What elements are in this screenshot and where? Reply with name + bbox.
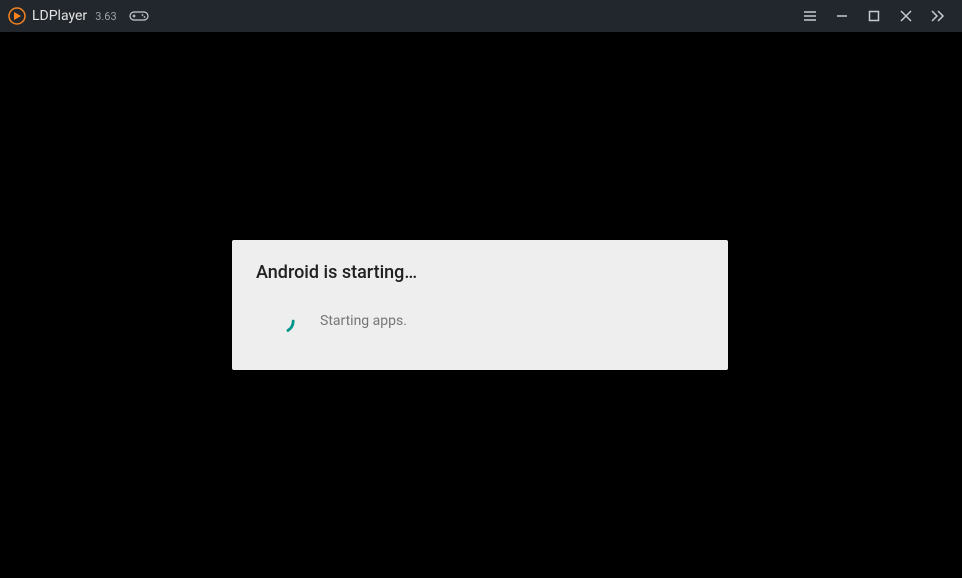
chevron-double-right-icon — [930, 9, 946, 23]
android-starting-dialog: Android is starting… Starting apps. — [232, 240, 728, 370]
gamepad-icon — [129, 9, 149, 23]
close-button[interactable] — [890, 0, 922, 32]
maximize-button[interactable] — [858, 0, 890, 32]
expand-sidebar-button[interactable] — [922, 0, 954, 32]
minimize-button[interactable] — [826, 0, 858, 32]
menu-button[interactable] — [794, 0, 826, 32]
loading-spinner-icon — [268, 307, 296, 335]
app-logo-icon — [8, 7, 26, 25]
maximize-icon — [867, 9, 881, 23]
titlebar: LDPlayer 3.63 — [0, 0, 962, 32]
dialog-body: Starting apps. — [256, 307, 704, 335]
emulator-screen: Android is starting… Starting apps. — [0, 32, 962, 578]
titlebar-right — [794, 0, 954, 32]
dialog-message: Starting apps. — [320, 313, 407, 329]
app-name: LDPlayer — [32, 8, 87, 24]
minimize-icon — [835, 9, 849, 23]
close-icon — [899, 9, 913, 23]
titlebar-left: LDPlayer 3.63 — [8, 7, 794, 25]
dialog-title: Android is starting… — [256, 262, 704, 283]
hamburger-icon — [803, 9, 817, 23]
app-version: 3.63 — [95, 10, 116, 23]
